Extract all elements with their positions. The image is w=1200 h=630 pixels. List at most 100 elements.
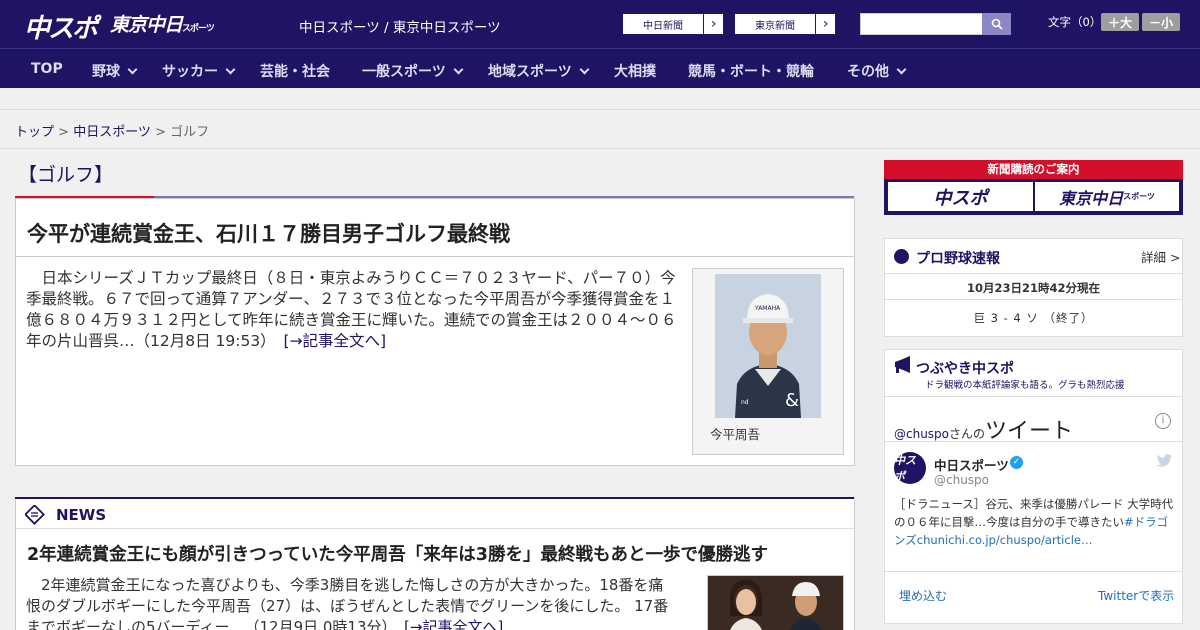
main-article-title[interactable]: 今平が連続賞金王、石川１７勝目男子ゴルフ最終戦	[27, 218, 510, 248]
tweet-account-name[interactable]: 中日スポーツ	[934, 455, 1009, 474]
nav-item-general-sports[interactable]: 一般スポーツ	[362, 61, 464, 81]
nav-item-sumo[interactable]: 大相撲	[614, 61, 656, 81]
verified-badge-icon: ✓	[1010, 456, 1023, 469]
divider	[885, 571, 1182, 572]
baseball-widget-title: プロ野球速報	[916, 251, 1000, 267]
tokyo-chunichi-logo[interactable]: 東京中日スポーツ	[110, 10, 215, 37]
news-top-border	[15, 497, 854, 499]
search-button[interactable]	[982, 13, 1011, 35]
font-larger-button[interactable]: ＋大	[1101, 13, 1139, 31]
subscribe-tokyo-main: 東京中日	[1059, 188, 1124, 208]
chuspo-logo[interactable]: 中スポ	[24, 8, 98, 45]
breadcrumb-section-link[interactable]: 中日スポーツ	[73, 125, 151, 140]
tokyo-logo-small: スポーツ	[182, 24, 215, 34]
nav-item-other[interactable]: その他	[847, 61, 907, 81]
divider	[885, 273, 1182, 274]
divider	[885, 299, 1182, 300]
subscription-banner[interactable]: 新聞購読のご案内 中スポ 東京中日 スポーツ	[884, 160, 1183, 215]
nav-item-baseball[interactable]: 野球	[92, 61, 138, 81]
baseball-update-time: 10月23日21時42分現在	[966, 281, 1100, 295]
twitter-widget-subtitle: ドラ観戦の本紙評論家も語る。グラも熱烈応援	[925, 380, 1125, 391]
font-size-label: 文字（0）	[1048, 15, 1102, 29]
chunichi-shimbun-link[interactable]: 中日新聞 ›	[622, 13, 724, 35]
svg-text:YAMAHA: YAMAHA	[754, 305, 781, 312]
svg-text:&: &	[785, 390, 799, 411]
breadcrumb-top-link[interactable]: トップ	[15, 125, 54, 140]
news-article-title[interactable]: 2年連続賞金王にも顔が引きつっていた今平周吾「来年は3勝を」最終戦もあと一歩で優…	[27, 541, 768, 566]
nav-label: 競馬・ボート・競輪	[688, 64, 814, 80]
chevron-down-icon	[896, 64, 907, 75]
view-on-twitter-link[interactable]: Twitterで表示	[1098, 587, 1174, 604]
subscribe-tokyo-logo[interactable]: 東京中日 スポーツ	[1035, 182, 1179, 211]
tweet-text[interactable]: ［ドラニュース］谷元、来季は優勝パレード 大学時代の０６年に目撃…今度は自分の手…	[894, 495, 1176, 549]
chevron-down-icon	[127, 64, 138, 75]
subscription-title: 新聞購読のご案内	[884, 160, 1183, 179]
divider	[16, 528, 854, 529]
divider	[885, 441, 1182, 442]
megaphone-icon	[895, 356, 910, 373]
tokyo-shimbun-link[interactable]: 東京新聞 ›	[734, 13, 836, 35]
nav-label: TOP	[31, 61, 63, 77]
nav-label: 一般スポーツ	[362, 64, 446, 80]
baseball-icon	[894, 249, 909, 264]
twitter-handle-link[interactable]: @chuspo	[894, 427, 949, 441]
news-article-photo[interactable]	[707, 575, 844, 630]
section-title: 【ゴルフ】	[18, 164, 114, 186]
chevron-down-icon	[453, 64, 464, 75]
main-article-body: 日本シリーズＪＴカップ最終日（８日・東京よみうりＣＣ＝７０２３ヤード、パー７０）…	[26, 268, 686, 352]
twitter-widget-title: つぶやき中スポ	[916, 361, 1014, 377]
nav-label: 大相撲	[614, 64, 656, 80]
nav-item-top[interactable]: TOP	[31, 61, 63, 77]
divider	[0, 148, 1200, 149]
news-article-text: 2年連続賞金王になった喜びよりも、今季3勝目を逃した悔しさの方が大きかった。18…	[26, 576, 669, 630]
chevron-right-icon: ›	[815, 14, 835, 34]
breadcrumb-separator: >	[54, 125, 74, 140]
site-links[interactable]: 中日スポーツ / 東京中日スポーツ	[299, 16, 501, 36]
embed-link[interactable]: 埋め込む	[899, 587, 947, 604]
nav-label: サッカー	[162, 64, 218, 80]
chunichi-shimbun-label: 中日新聞	[643, 20, 683, 32]
site-header: 中スポ 東京中日スポーツ 中日スポーツ / 東京中日スポーツ 中日新聞 › 東京…	[0, 0, 1200, 48]
divider	[16, 256, 854, 257]
handle-suffix: さんの	[949, 427, 986, 441]
news-article-body: 2年連続賞金王になった喜びよりも、今季3勝目を逃した悔しさの方が大きかった。18…	[26, 575, 676, 630]
photo-caption: 今平周吾	[710, 427, 761, 442]
chevron-down-icon	[225, 64, 236, 75]
font-smaller-button[interactable]: －小	[1142, 13, 1180, 31]
info-icon[interactable]: i	[1155, 413, 1171, 429]
news-read-more-link[interactable]: [→記事全文へ]	[404, 618, 503, 630]
main-nav: TOP 野球 サッカー 芸能・社会 一般スポーツ 地域スポーツ 大相撲 競馬・ボ…	[0, 48, 1200, 88]
baseball-score[interactable]: 巨 3 - 4 ソ （終了）	[884, 310, 1183, 326]
avatar[interactable]: 中スポ	[894, 452, 926, 484]
nav-item-soccer[interactable]: サッカー	[162, 61, 236, 81]
search-input[interactable]	[860, 13, 983, 35]
search-icon	[991, 18, 1003, 30]
chevron-right-icon: ›	[703, 14, 723, 34]
nav-label: 野球	[92, 64, 120, 80]
tokyo-logo-main: 東京中日	[110, 14, 183, 36]
breadcrumb-separator: >	[150, 125, 171, 140]
nav-item-regional-sports[interactable]: 地域スポーツ	[488, 61, 590, 81]
breadcrumb-current: ゴルフ	[170, 125, 210, 140]
nav-label: その他	[847, 64, 889, 80]
twitter-bird-icon[interactable]	[1156, 454, 1173, 468]
tokyo-shimbun-label: 東京新聞	[755, 20, 795, 32]
main-article-photo[interactable]: YAMAHA & nd 今平周吾	[692, 268, 844, 455]
news-header: NEWS	[56, 506, 107, 524]
subscribe-chuspo-logo[interactable]: 中スポ	[888, 182, 1033, 211]
golfer-photo: YAMAHA & nd	[715, 274, 821, 418]
baseball-details-link[interactable]: 詳細 >	[1141, 247, 1180, 266]
tweet-account-id[interactable]: @chuspo	[934, 473, 989, 487]
news-icon	[25, 505, 45, 525]
chevron-down-icon	[579, 64, 590, 75]
svg-text:nd: nd	[741, 399, 749, 406]
breadcrumb: トップ > 中日スポーツ > ゴルフ	[15, 121, 209, 140]
subscribe-tokyo-small: スポーツ	[1123, 192, 1155, 201]
nav-item-racing[interactable]: 競馬・ボート・競輪	[688, 61, 814, 81]
nav-item-entertainment[interactable]: 芸能・社会	[260, 61, 330, 81]
nav-label: 地域スポーツ	[488, 64, 572, 80]
nav-spacer	[0, 88, 1200, 110]
nav-label: 芸能・社会	[260, 64, 330, 80]
main-article-read-more-link[interactable]: [→記事全文へ]	[283, 332, 386, 350]
divider	[885, 396, 1182, 397]
